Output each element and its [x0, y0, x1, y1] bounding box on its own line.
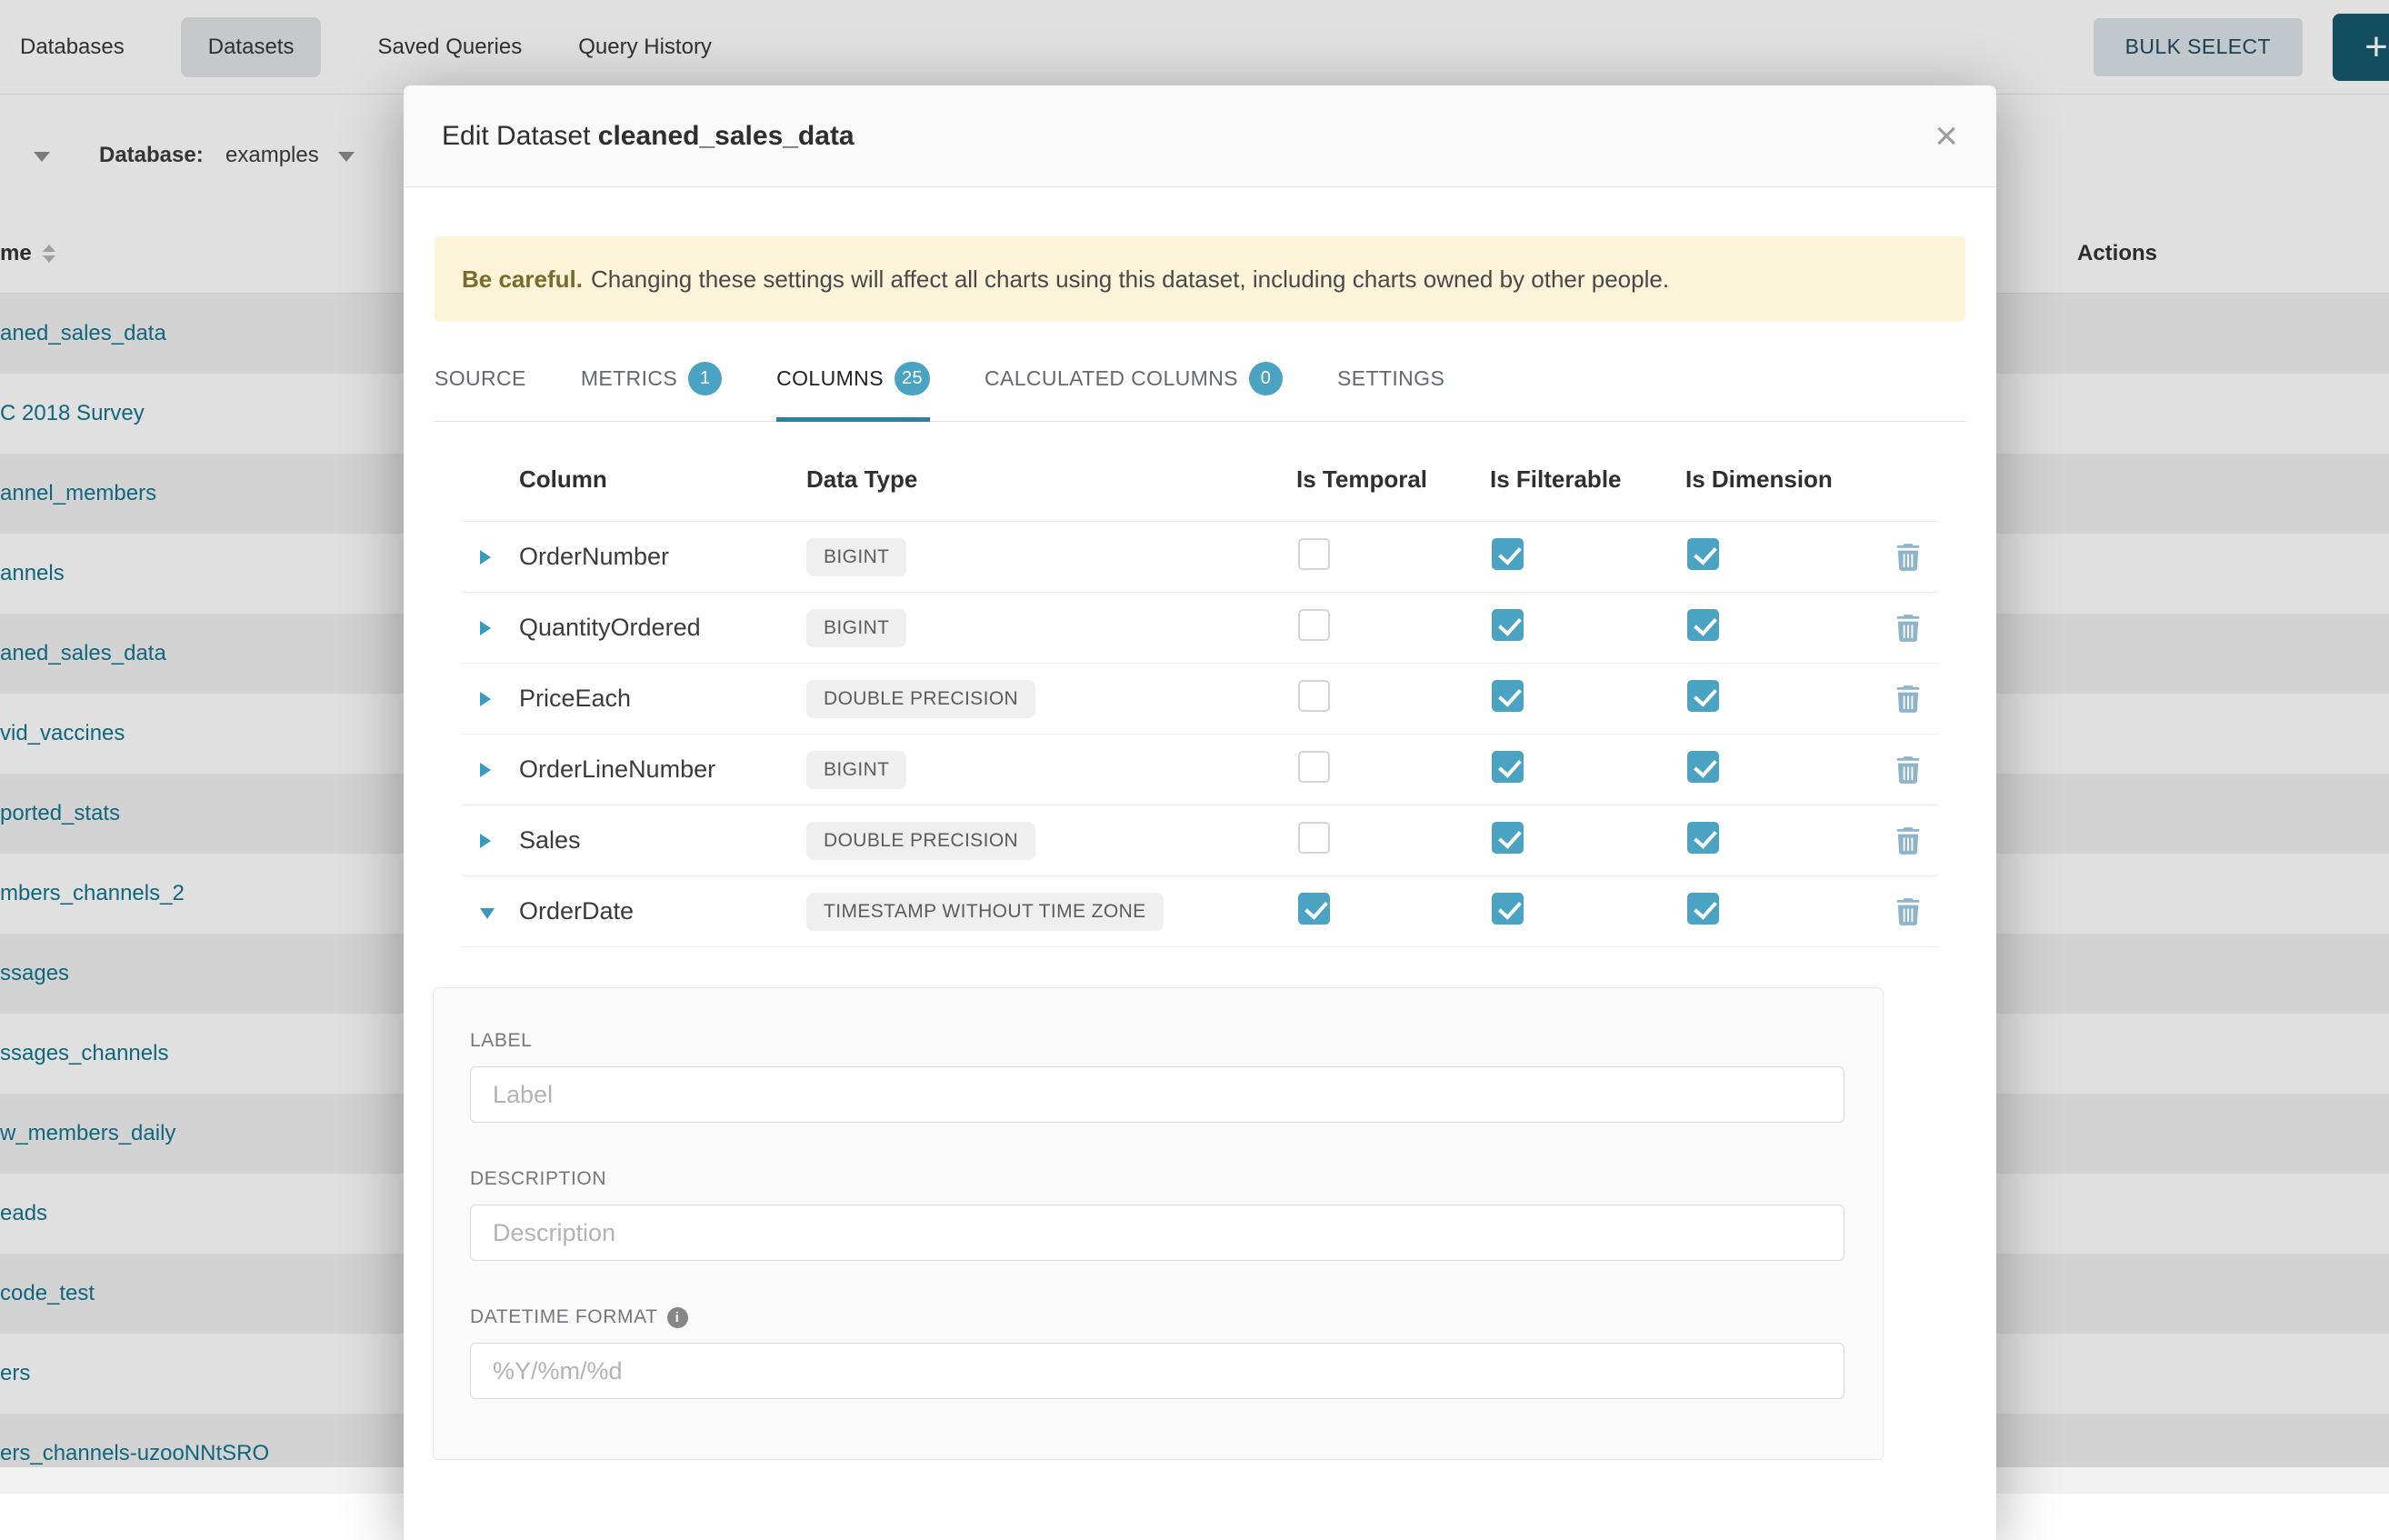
tab-source[interactable]: SOURCE — [435, 322, 526, 421]
expand-caret-icon[interactable] — [480, 763, 491, 777]
modal-title-prefix: Edit Dataset — [442, 121, 590, 151]
description-input[interactable] — [470, 1205, 1844, 1261]
is-dimension-checkbox[interactable] — [1687, 751, 1719, 783]
is-temporal-checkbox[interactable] — [1298, 538, 1330, 570]
tab-settings[interactable]: SETTINGS — [1337, 322, 1444, 421]
columns-table-header: Column Data Type Is Temporal Is Filterab… — [462, 422, 1938, 522]
is-filterable-checkbox[interactable] — [1492, 609, 1524, 641]
warning-text: Changing these settings will affect all … — [591, 265, 1669, 294]
is-dimension-checkbox[interactable] — [1687, 822, 1719, 854]
datetime-format-input[interactable] — [470, 1343, 1844, 1399]
is-filterable-checkbox[interactable] — [1492, 680, 1524, 712]
delete-icon[interactable] — [1896, 756, 1920, 784]
delete-icon[interactable] — [1896, 544, 1920, 571]
column-detail-panel: LABEL DESCRIPTION DATETIME FORMAT i — [433, 987, 1884, 1460]
expand-caret-icon[interactable] — [480, 834, 491, 848]
columns-table: Column Data Type Is Temporal Is Filterab… — [462, 422, 1938, 947]
is-temporal-checkbox[interactable] — [1298, 680, 1330, 712]
close-icon[interactable]: × — [1934, 116, 1958, 156]
is-filterable-checkbox[interactable] — [1492, 751, 1524, 783]
modal-title-dataset-name: cleaned_sales_data — [598, 121, 855, 151]
calculated-columns-count-badge: 0 — [1249, 362, 1283, 395]
is-filterable-checkbox[interactable] — [1492, 822, 1524, 854]
data-type-pill: BIGINT — [806, 609, 906, 647]
tab-label: SETTINGS — [1337, 366, 1444, 391]
is-temporal-checkbox[interactable] — [1298, 751, 1330, 783]
delete-icon[interactable] — [1896, 827, 1920, 855]
tab-label: SOURCE — [435, 366, 526, 391]
collapse-caret-icon[interactable] — [480, 908, 495, 919]
data-type-pill: TIMESTAMP WITHOUT TIME ZONE — [806, 893, 1164, 931]
datetime-format-field-label: DATETIME FORMAT i — [470, 1306, 1883, 1328]
data-type-pill: BIGINT — [806, 751, 906, 789]
header-data-type: Data Type — [806, 465, 1296, 494]
description-field-label: DESCRIPTION — [470, 1168, 1883, 1190]
tab-metrics[interactable]: METRICS 1 — [581, 322, 722, 421]
label-input[interactable] — [470, 1066, 1844, 1123]
is-filterable-checkbox[interactable] — [1492, 893, 1524, 925]
data-type-pill: BIGINT — [806, 538, 906, 576]
is-filterable-checkbox[interactable] — [1492, 538, 1524, 570]
tab-calculated-columns[interactable]: CALCULATED COLUMNS 0 — [985, 322, 1283, 421]
warning-bold-text: Be careful. — [462, 265, 583, 294]
modal-tabs: SOURCE METRICS 1 COLUMNS 25 CALCULATED C… — [435, 322, 1965, 422]
column-name: OrderNumber — [519, 543, 806, 571]
column-name: QuantityOrdered — [519, 614, 806, 642]
is-temporal-checkbox[interactable] — [1298, 822, 1330, 854]
header-is-dimension: Is Dimension — [1685, 465, 1877, 494]
column-row-sales: Sales DOUBLE PRECISION — [462, 805, 1938, 876]
warning-banner: Be careful. Changing these settings will… — [435, 236, 1965, 322]
is-dimension-checkbox[interactable] — [1687, 609, 1719, 641]
is-dimension-checkbox[interactable] — [1687, 893, 1719, 925]
column-name: Sales — [519, 826, 806, 855]
info-icon[interactable]: i — [667, 1307, 688, 1328]
data-type-pill: DOUBLE PRECISION — [806, 822, 1035, 860]
column-name: PriceEach — [519, 685, 806, 713]
header-is-temporal: Is Temporal — [1296, 465, 1490, 494]
data-type-pill: DOUBLE PRECISION — [806, 680, 1035, 718]
tab-columns[interactable]: COLUMNS 25 — [776, 322, 930, 421]
column-name: OrderLineNumber — [519, 755, 806, 784]
label-field-label: LABEL — [470, 1030, 1883, 1052]
delete-icon[interactable] — [1896, 898, 1920, 925]
column-row-orderdate: OrderDate TIMESTAMP WITHOUT TIME ZONE — [462, 876, 1938, 947]
expand-caret-icon[interactable] — [480, 621, 491, 635]
is-temporal-checkbox[interactable] — [1298, 893, 1330, 925]
is-dimension-checkbox[interactable] — [1687, 680, 1719, 712]
delete-icon[interactable] — [1896, 685, 1920, 713]
header-column: Column — [519, 465, 806, 494]
metrics-count-badge: 1 — [688, 362, 722, 395]
expand-caret-icon[interactable] — [480, 550, 491, 565]
tab-label: COLUMNS — [776, 366, 884, 391]
modal-header: Edit Dataset cleaned_sales_data × — [404, 85, 1996, 187]
column-name: OrderDate — [519, 897, 806, 925]
is-temporal-checkbox[interactable] — [1298, 609, 1330, 641]
column-row-orderlinenumber: OrderLineNumber BIGINT — [462, 735, 1938, 805]
modal-title: Edit Dataset cleaned_sales_data — [442, 121, 855, 152]
column-row-ordernumber: OrderNumber BIGINT — [462, 522, 1938, 593]
tab-label: CALCULATED COLUMNS — [985, 366, 1238, 391]
expand-caret-icon[interactable] — [480, 692, 491, 706]
label-field-group: LABEL — [470, 1030, 1883, 1123]
tab-label: METRICS — [581, 366, 677, 391]
datetime-format-field-group: DATETIME FORMAT i — [470, 1306, 1883, 1399]
columns-count-badge: 25 — [895, 362, 930, 395]
header-is-filterable: Is Filterable — [1490, 465, 1685, 494]
column-row-quantityordered: QuantityOrdered BIGINT — [462, 593, 1938, 664]
edit-dataset-modal: Edit Dataset cleaned_sales_data × Be car… — [404, 85, 1996, 1540]
column-row-priceeach: PriceEach DOUBLE PRECISION — [462, 664, 1938, 735]
description-field-group: DESCRIPTION — [470, 1168, 1883, 1261]
delete-icon[interactable] — [1896, 615, 1920, 642]
is-dimension-checkbox[interactable] — [1687, 538, 1719, 570]
